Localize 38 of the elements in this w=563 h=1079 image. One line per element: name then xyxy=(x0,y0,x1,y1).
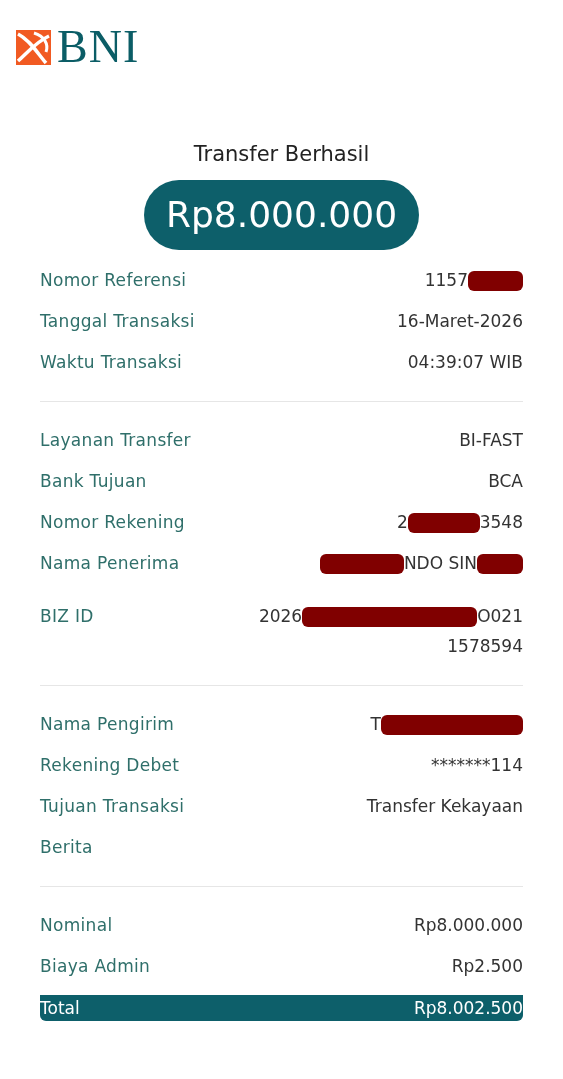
field-label: Rekening Debet xyxy=(40,755,180,776)
field-label: BIZ ID xyxy=(40,606,94,627)
field-label: Nomor Rekening xyxy=(40,512,185,533)
field-value: Rp8.000.000 xyxy=(413,915,523,936)
field-label: Bank Tujuan xyxy=(40,471,147,492)
field-value: *******114 xyxy=(431,755,523,776)
field-value: 1578594 xyxy=(447,636,523,657)
field-label: Biaya Admin xyxy=(40,956,151,977)
field-label: Nominal xyxy=(40,915,113,936)
field-label: Layanan Transfer xyxy=(40,430,191,451)
field-value: Transfer Kekayaan xyxy=(366,796,523,817)
total-value: Rp8.002.500 xyxy=(413,998,523,1018)
redaction-mark xyxy=(468,270,523,291)
field-label: Berita xyxy=(40,837,93,858)
logo-text: BNI xyxy=(57,27,140,67)
field-label: Nama Pengirim xyxy=(40,714,175,735)
total-label: Total xyxy=(40,998,80,1018)
field-value: 16-Maret-2026 xyxy=(397,311,523,332)
redaction-mark xyxy=(477,553,523,574)
field-label: Tanggal Transaksi xyxy=(40,311,195,332)
logo-icon xyxy=(16,29,51,65)
field-label: Nomor Referensi xyxy=(40,270,187,291)
field-value: BI-FAST xyxy=(459,430,523,451)
field-value: NDO SIN xyxy=(403,553,477,574)
field-label: Nama Penerima xyxy=(40,553,180,574)
field-value: 1157 xyxy=(424,270,468,291)
field-value: O021 xyxy=(477,606,523,627)
field-value: 2026 xyxy=(258,606,303,627)
field-value: 2 xyxy=(396,512,408,533)
field-value: 04:39:07 WIB xyxy=(407,352,523,373)
amount-badge: Rp8.000.000 xyxy=(143,180,420,250)
field-label: Tujuan Transaksi xyxy=(40,796,185,817)
status-title: Transfer Berhasil xyxy=(192,141,371,168)
field-value: T xyxy=(370,714,381,735)
field-value: Rp2.500 xyxy=(451,956,523,977)
field-label: Waktu Transaksi xyxy=(40,352,183,373)
field-value: 3548 xyxy=(479,512,523,533)
field-value: BCA xyxy=(488,471,523,492)
